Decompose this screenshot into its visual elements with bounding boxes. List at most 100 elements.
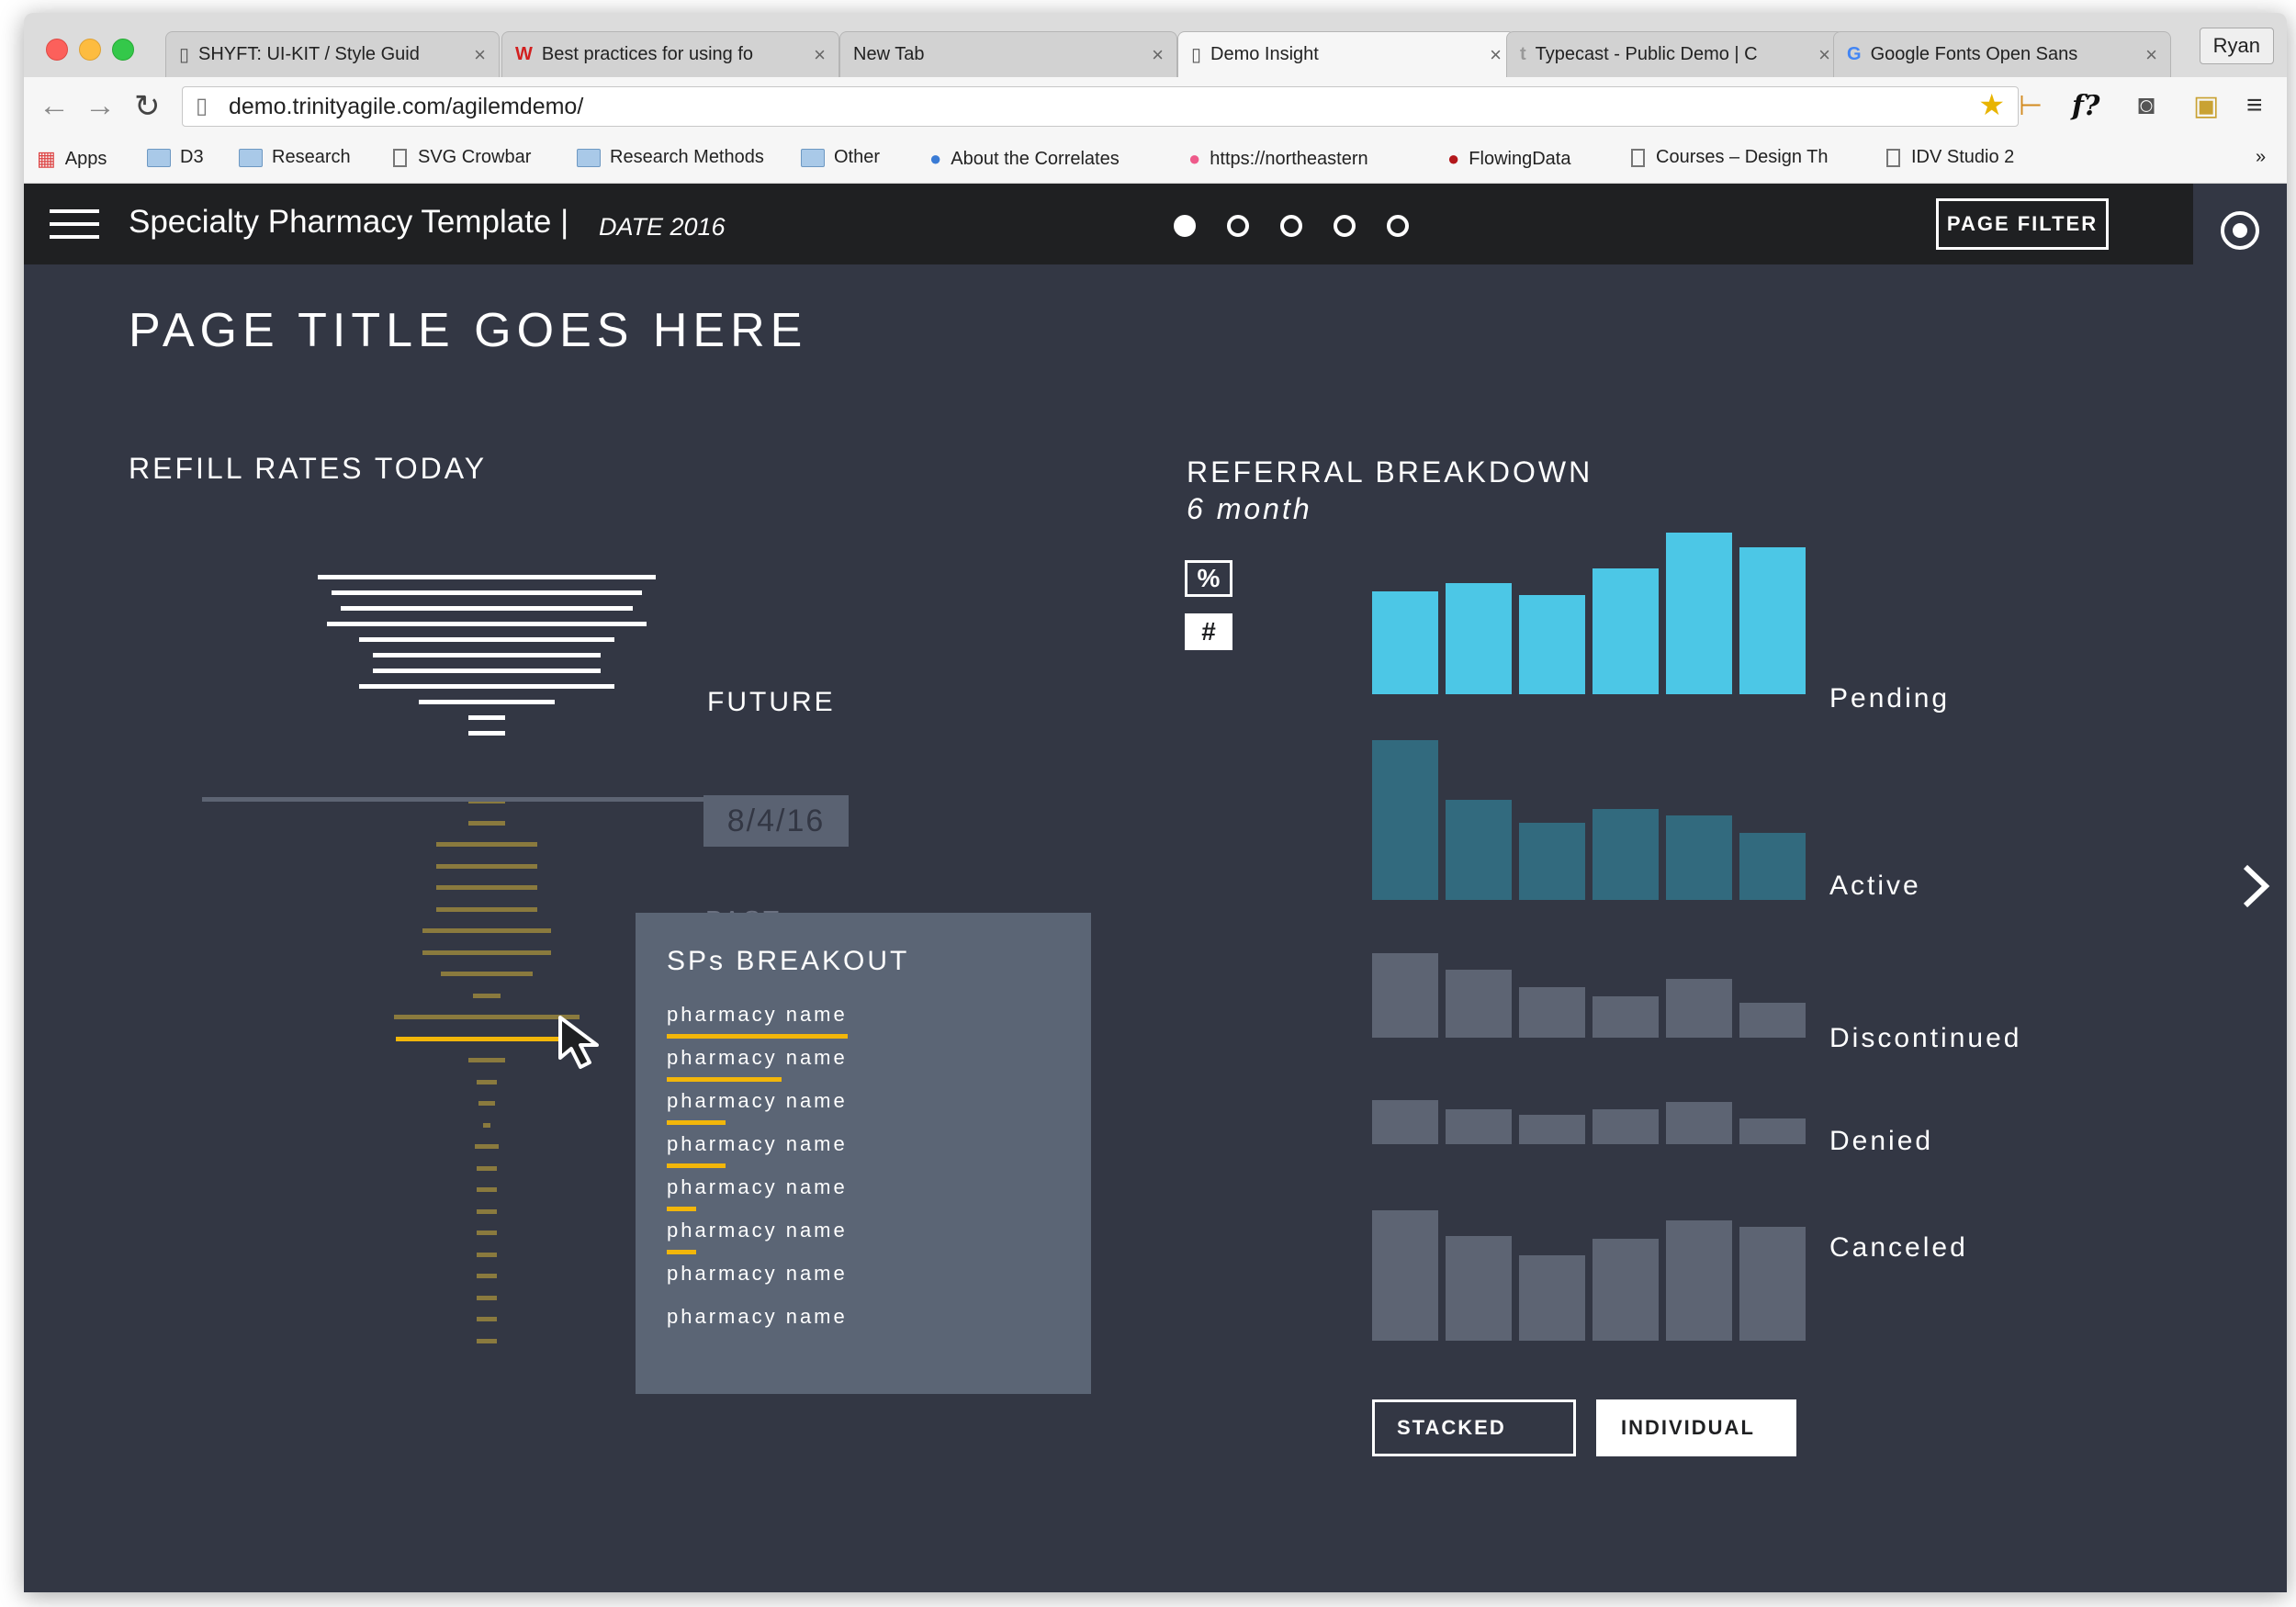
bookmark-item[interactable]: ▦ Apps xyxy=(37,147,107,171)
future-refill-bar[interactable] xyxy=(359,684,614,689)
tab-close-icon[interactable]: × xyxy=(1818,43,1830,67)
individual-button[interactable]: INDIVIDUAL xyxy=(1596,1399,1796,1456)
reload-icon[interactable]: ↻ xyxy=(134,88,161,125)
canceled-bar[interactable] xyxy=(1446,1236,1512,1341)
pharmacy-name[interactable]: pharmacy name xyxy=(667,1089,848,1113)
denied-bar[interactable] xyxy=(1666,1102,1732,1144)
pending-bar[interactable] xyxy=(1666,533,1732,694)
pharmacy-name[interactable]: pharmacy name xyxy=(667,1046,848,1070)
pager-dot[interactable] xyxy=(1387,215,1409,237)
discontinued-bar[interactable] xyxy=(1739,1003,1806,1038)
highlighted-refill-bar[interactable] xyxy=(396,1036,578,1041)
stacked-button[interactable]: STACKED xyxy=(1372,1399,1576,1456)
future-refill-bar[interactable] xyxy=(373,669,601,673)
bookmark-item[interactable]: Other xyxy=(801,147,880,168)
pharmacy-name[interactable]: pharmacy name xyxy=(667,1262,848,1286)
denied-bar[interactable] xyxy=(1593,1109,1659,1144)
past-refill-bar[interactable] xyxy=(436,906,537,912)
menu-icon[interactable]: ≡ xyxy=(2246,90,2263,121)
bookmark-item[interactable]: ● FlowingData xyxy=(1447,147,1570,171)
browser-tab[interactable]: ▯ Demo Insight × xyxy=(1177,31,1515,77)
past-refill-bar[interactable] xyxy=(441,972,533,976)
denied-bar[interactable] xyxy=(1446,1109,1512,1144)
bookmark-item[interactable]: Courses – Design Th xyxy=(1631,147,1829,168)
tab-close-icon[interactable]: × xyxy=(474,43,486,67)
profile-button[interactable]: Ryan xyxy=(2199,28,2274,64)
active-bar[interactable] xyxy=(1519,823,1585,900)
percent-toggle[interactable]: % xyxy=(1185,560,1232,597)
canceled-bar[interactable] xyxy=(1593,1239,1659,1341)
future-refill-bar[interactable] xyxy=(332,590,642,595)
past-refill-bar[interactable] xyxy=(394,1015,580,1019)
past-refill-bar[interactable] xyxy=(436,863,537,869)
pending-bar[interactable] xyxy=(1446,583,1512,694)
pharmacy-name[interactable]: pharmacy name xyxy=(667,1219,848,1242)
denied-bar[interactable] xyxy=(1739,1118,1806,1144)
future-refill-bar[interactable] xyxy=(468,715,505,720)
future-refill-bar[interactable] xyxy=(419,700,555,704)
past-refill-bar[interactable] xyxy=(477,1252,497,1257)
hamburger-menu-icon[interactable] xyxy=(50,209,99,239)
bookmarks-more-icon[interactable]: » xyxy=(2256,147,2266,168)
bookmark-item[interactable]: D3 xyxy=(147,147,204,168)
bookmark-item[interactable]: Research xyxy=(239,147,351,168)
past-refill-bar[interactable] xyxy=(468,820,505,826)
canceled-bar[interactable] xyxy=(1372,1210,1438,1341)
past-refill-bar[interactable] xyxy=(475,1144,499,1149)
active-bar[interactable] xyxy=(1593,809,1659,900)
tab-close-icon[interactable]: × xyxy=(2145,43,2157,67)
past-refill-bar[interactable] xyxy=(422,950,551,955)
whatfont-extension-icon[interactable]: f? xyxy=(2072,90,2099,122)
pharmacy-name[interactable]: pharmacy name xyxy=(667,1305,848,1329)
denied-bar[interactable] xyxy=(1519,1115,1585,1144)
pharmacy-name[interactable]: pharmacy name xyxy=(667,1132,848,1156)
settings-target-icon[interactable] xyxy=(2221,211,2259,250)
bookmark-star-icon[interactable]: ★ xyxy=(1978,85,2005,124)
pager-dot[interactable] xyxy=(1227,215,1249,237)
browser-tab[interactable]: t Typecast - Public Demo | C × xyxy=(1506,31,1844,77)
past-refill-bar[interactable] xyxy=(436,842,537,847)
browser-tab[interactable]: G Google Fonts Open Sans × xyxy=(1833,31,2171,77)
canceled-bar[interactable] xyxy=(1666,1220,1732,1341)
discontinued-bar[interactable] xyxy=(1446,970,1512,1038)
pending-bar[interactable] xyxy=(1739,547,1806,694)
future-refill-bar[interactable] xyxy=(327,622,647,626)
bookmark-item[interactable]: ● https://northeastern xyxy=(1188,147,1368,171)
page-filter-button[interactable]: PAGE FILTER xyxy=(1936,198,2109,250)
image-extension-icon[interactable]: ▣ xyxy=(2193,90,2219,122)
pager-dot[interactable] xyxy=(1280,215,1302,237)
active-bar[interactable] xyxy=(1446,800,1512,900)
past-refill-bar[interactable] xyxy=(477,1187,497,1192)
bookmark-item[interactable]: IDV Studio 2 xyxy=(1886,147,2014,168)
forward-arrow-icon[interactable]: → xyxy=(84,88,116,124)
past-refill-bar[interactable] xyxy=(477,1295,497,1300)
address-bar[interactable]: ▯ demo.trinityagile.com/agilemdemo/ ★ xyxy=(182,86,2019,127)
ruler-extension-icon[interactable]: ⊢ xyxy=(2019,90,2043,122)
past-refill-bar[interactable] xyxy=(477,1165,497,1171)
canceled-bar[interactable] xyxy=(1519,1255,1585,1341)
next-page-arrow-icon[interactable] xyxy=(2241,863,2270,909)
past-refill-bar[interactable] xyxy=(483,1122,490,1128)
past-refill-bar[interactable] xyxy=(477,1208,497,1214)
future-refill-bar[interactable] xyxy=(318,575,656,579)
tab-close-icon[interactable]: × xyxy=(1152,43,1164,67)
active-bar[interactable] xyxy=(1372,740,1438,900)
discontinued-bar[interactable] xyxy=(1666,979,1732,1038)
close-window-button[interactable] xyxy=(46,39,68,61)
active-bar[interactable] xyxy=(1666,815,1732,900)
minimize-window-button[interactable] xyxy=(79,39,101,61)
maximize-window-button[interactable] xyxy=(112,39,134,61)
tab-close-icon[interactable]: × xyxy=(1490,43,1502,67)
discontinued-bar[interactable] xyxy=(1372,953,1438,1038)
past-refill-bar[interactable] xyxy=(473,993,501,998)
future-refill-bar[interactable] xyxy=(341,606,633,611)
pending-bar[interactable] xyxy=(1593,568,1659,694)
browser-tab[interactable]: ▯ SHYFT: UI-KIT / Style Guid × xyxy=(165,31,500,77)
pager-dot[interactable] xyxy=(1174,215,1196,237)
future-refill-bar[interactable] xyxy=(468,731,505,736)
extension-circle-icon[interactable]: ◙ xyxy=(2138,90,2155,121)
past-refill-bar[interactable] xyxy=(422,928,551,933)
past-refill-bar[interactable] xyxy=(477,1317,497,1321)
future-refill-bar[interactable] xyxy=(359,637,614,642)
pharmacy-name[interactable]: pharmacy name xyxy=(667,1175,848,1199)
